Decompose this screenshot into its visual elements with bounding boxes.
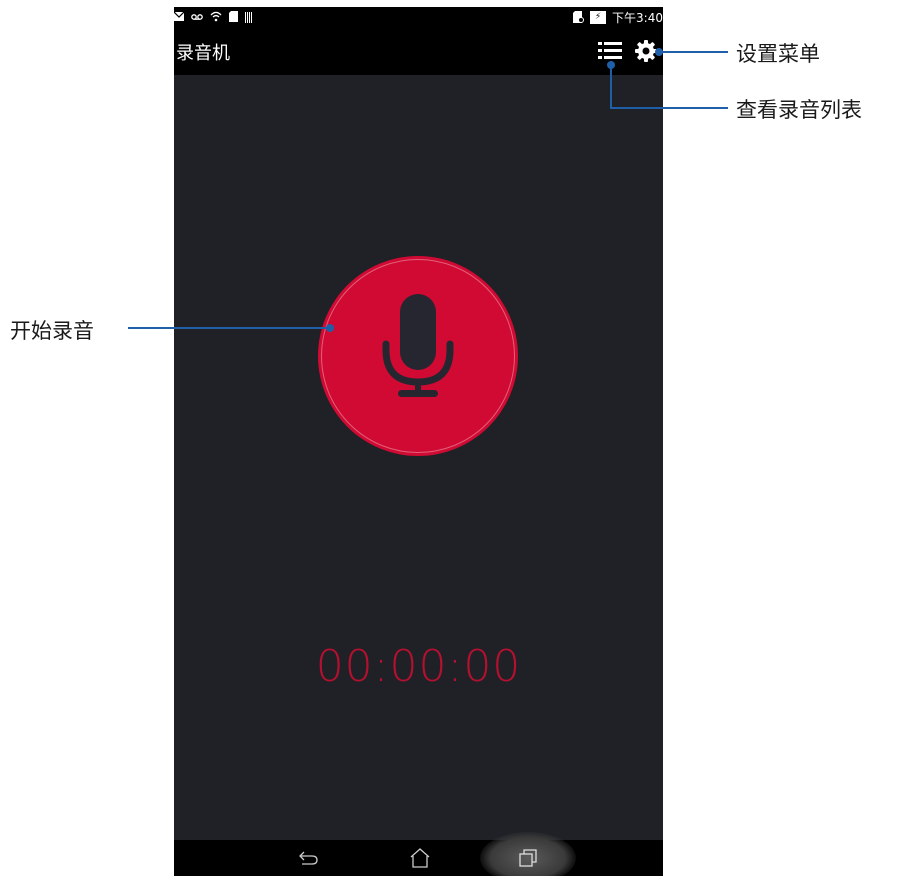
settings-menu-label: 设置菜单 (736, 42, 820, 66)
back-icon (299, 851, 318, 865)
phone-screen: ⚡ 下午3:40 录音机 00:00:00 (174, 7, 663, 876)
back-button[interactable] (294, 846, 324, 870)
status-time: 下午3:40 (612, 11, 663, 25)
home-button[interactable] (405, 846, 435, 870)
sd-card-icon (573, 10, 585, 25)
record-button[interactable] (318, 256, 518, 456)
battery-charging-icon: ⚡ (590, 11, 607, 24)
navigation-bar (174, 832, 663, 876)
list-callout-vertical-line (610, 65, 612, 109)
list-callout-line (610, 107, 728, 109)
start-recording-label: 开始录音 (10, 319, 94, 343)
recent-apps-icon (519, 849, 537, 867)
recordings-list-button[interactable] (598, 40, 622, 62)
status-bar: ⚡ 下午3:40 (174, 7, 663, 28)
sd-card-icon (229, 11, 238, 24)
list-icon (598, 42, 622, 59)
record-callout-line (128, 327, 330, 329)
voicemail-icon (191, 12, 203, 23)
settings-callout-line (660, 51, 728, 53)
status-left-icons (174, 7, 253, 28)
recent-apps-button[interactable] (513, 846, 543, 870)
record-callout-dot (326, 324, 334, 332)
microphone-icon (382, 294, 454, 397)
barcode-icon (245, 12, 253, 23)
home-icon (410, 848, 430, 868)
action-bar: 录音机 (174, 28, 663, 75)
wifi-icon (210, 11, 222, 24)
app-title: 录音机 (176, 43, 230, 64)
mail-icon (174, 11, 185, 23)
recording-timer: 00:00:00 (315, 641, 522, 692)
view-recordings-label: 查看录音列表 (736, 98, 862, 122)
status-right-icons: ⚡ 下午3:40 (573, 7, 663, 28)
